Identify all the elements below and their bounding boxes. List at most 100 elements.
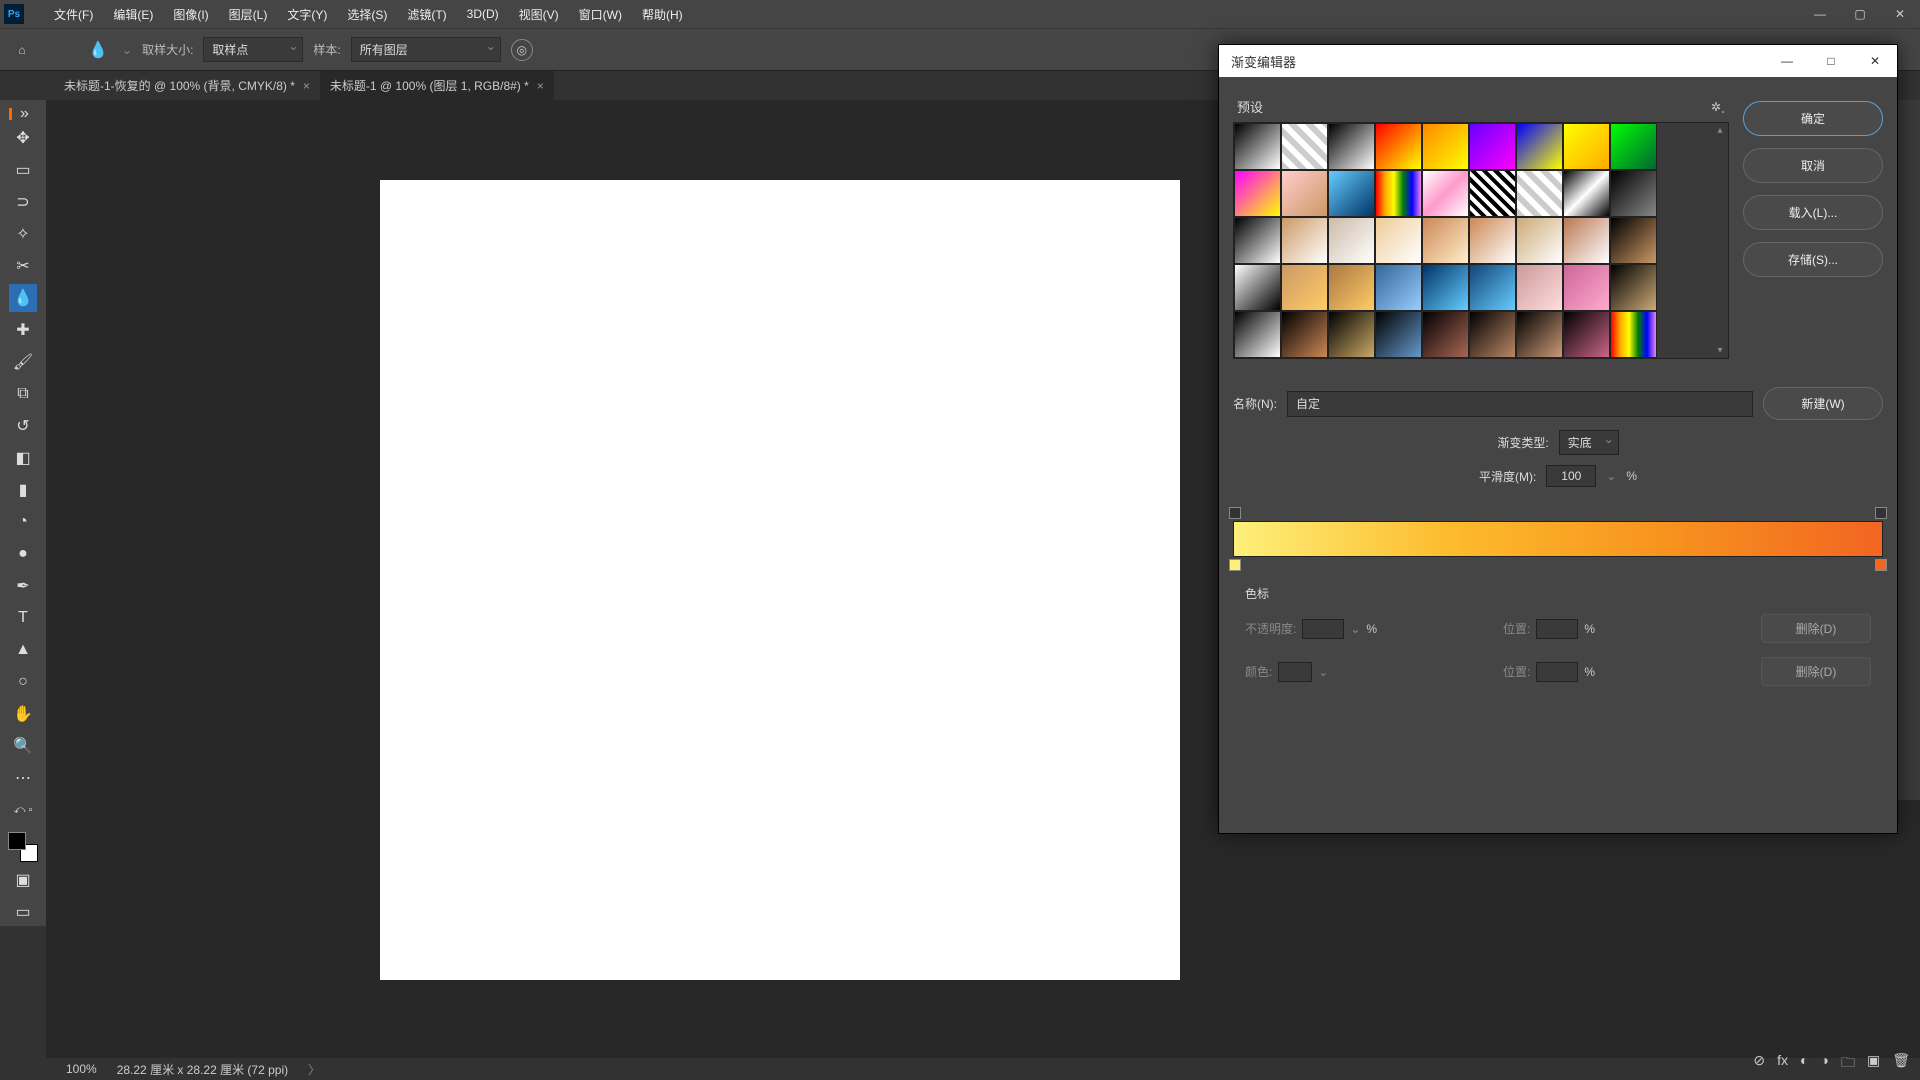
- healing-tool[interactable]: ✚: [9, 316, 37, 344]
- chevron-down-icon[interactable]: ⌄: [122, 43, 132, 57]
- preset-swatch[interactable]: [1328, 217, 1375, 264]
- preset-swatch[interactable]: [1469, 311, 1516, 358]
- cancel-button[interactable]: 取消: [1743, 148, 1883, 183]
- sample-size-select[interactable]: 取样点: [203, 37, 303, 62]
- preset-swatch[interactable]: [1328, 123, 1375, 170]
- close-icon[interactable]: ×: [303, 79, 310, 93]
- menu-view[interactable]: 视图(V): [509, 6, 569, 23]
- preset-swatch[interactable]: [1234, 170, 1281, 217]
- preset-swatch[interactable]: [1469, 170, 1516, 217]
- preset-swatch[interactable]: [1610, 311, 1657, 358]
- quickmask-tool[interactable]: ▣: [9, 866, 37, 894]
- stamp-tool[interactable]: ⧉: [9, 380, 37, 408]
- pen-tool[interactable]: ✒: [9, 572, 37, 600]
- gradient-bar[interactable]: [1233, 521, 1883, 557]
- eyedropper-icon[interactable]: 💧: [84, 36, 112, 64]
- preset-swatch[interactable]: [1516, 311, 1563, 358]
- opacity-input[interactable]: [1302, 619, 1344, 639]
- blur-tool[interactable]: ◔: [9, 508, 37, 536]
- dialog-maximize-button[interactable]: □: [1809, 45, 1853, 77]
- smoothness-input[interactable]: [1546, 465, 1596, 487]
- preset-swatch[interactable]: [1563, 217, 1610, 264]
- preset-swatch[interactable]: [1563, 264, 1610, 311]
- menu-file[interactable]: 文件(F): [44, 6, 103, 23]
- preset-swatch[interactable]: [1610, 170, 1657, 217]
- menu-help[interactable]: 帮助(H): [632, 6, 693, 23]
- preset-swatch[interactable]: [1516, 170, 1563, 217]
- right-panel-strip[interactable]: [1898, 100, 1920, 800]
- menu-image[interactable]: 图像(I): [163, 6, 218, 23]
- lasso-tool[interactable]: ⊃: [9, 188, 37, 216]
- preset-swatch[interactable]: [1469, 123, 1516, 170]
- eyedropper-tool[interactable]: 💧: [9, 284, 37, 312]
- preset-swatch[interactable]: [1422, 264, 1469, 311]
- preset-swatch[interactable]: [1375, 311, 1422, 358]
- zoom-readout[interactable]: 100%: [66, 1062, 97, 1076]
- shape-tool[interactable]: ○: [9, 668, 37, 696]
- preset-swatch[interactable]: [1516, 217, 1563, 264]
- menu-type[interactable]: 文字(Y): [277, 6, 337, 23]
- dialog-close-button[interactable]: ✕: [1853, 45, 1897, 77]
- canvas[interactable]: [380, 180, 1180, 980]
- preset-swatch[interactable]: [1375, 217, 1422, 264]
- preset-swatch[interactable]: [1610, 264, 1657, 311]
- preset-swatch[interactable]: [1234, 311, 1281, 358]
- close-button[interactable]: ✕: [1880, 0, 1920, 28]
- menu-window[interactable]: 窗口(W): [569, 6, 632, 23]
- chevron-right-icon[interactable]: 〉: [308, 1061, 320, 1078]
- load-button[interactable]: 载入(L)...: [1743, 195, 1883, 230]
- fx-icon[interactable]: fx: [1777, 1052, 1788, 1076]
- gradient-editor-track[interactable]: [1219, 497, 1897, 575]
- menu-3d[interactable]: 3D(D): [457, 7, 509, 21]
- position-input[interactable]: [1536, 619, 1578, 639]
- dialog-titlebar[interactable]: 渐变编辑器 — □ ✕: [1219, 45, 1897, 77]
- more-tools[interactable]: ⋯: [9, 764, 37, 792]
- zoom-tool[interactable]: 🔍: [9, 732, 37, 760]
- preset-swatch[interactable]: [1422, 170, 1469, 217]
- home-icon[interactable]: ⌂: [10, 38, 34, 62]
- preset-swatch[interactable]: [1234, 123, 1281, 170]
- gradient-type-select[interactable]: 实底: [1559, 430, 1619, 455]
- tab-doc-2[interactable]: 未标题-1 @ 100% (图层 1, RGB/8#) *×: [320, 71, 554, 100]
- preset-swatch[interactable]: [1281, 264, 1328, 311]
- color-stop-left[interactable]: [1229, 559, 1241, 571]
- preset-swatch[interactable]: [1563, 123, 1610, 170]
- close-icon[interactable]: ×: [537, 79, 544, 93]
- preset-swatch[interactable]: [1469, 264, 1516, 311]
- ok-button[interactable]: 确定: [1743, 101, 1883, 136]
- preset-swatch[interactable]: [1328, 311, 1375, 358]
- tab-doc-1[interactable]: 未标题-1-恢复的 @ 100% (背景, CMYK/8) *×: [54, 71, 320, 100]
- menu-select[interactable]: 选择(S): [337, 6, 397, 23]
- preset-swatch[interactable]: [1516, 264, 1563, 311]
- screenmode-tool[interactable]: ▭: [9, 898, 37, 926]
- preset-swatch[interactable]: [1422, 311, 1469, 358]
- save-button[interactable]: 存储(S)...: [1743, 242, 1883, 277]
- eraser-tool[interactable]: ◧: [9, 444, 37, 472]
- opacity-stop-left[interactable]: [1229, 507, 1241, 519]
- preset-swatch[interactable]: [1469, 217, 1516, 264]
- preset-swatch[interactable]: [1281, 170, 1328, 217]
- wand-tool[interactable]: ✧: [9, 220, 37, 248]
- preset-swatch[interactable]: [1516, 123, 1563, 170]
- link-icon[interactable]: ⊘: [1753, 1052, 1765, 1076]
- maximize-button[interactable]: ▢: [1840, 0, 1880, 28]
- preset-swatch[interactable]: [1234, 217, 1281, 264]
- collapse-icon[interactable]: »: [9, 108, 37, 120]
- new-layer-icon[interactable]: ▣: [1867, 1052, 1880, 1076]
- color-swatch[interactable]: [1278, 662, 1312, 682]
- swap-colors-icon[interactable]: ⤺ ▫: [9, 796, 37, 824]
- new-button[interactable]: 新建(W): [1763, 387, 1883, 420]
- color-stop-right[interactable]: [1875, 559, 1887, 571]
- foreground-background-colors[interactable]: [8, 832, 38, 862]
- preset-swatch[interactable]: [1563, 311, 1610, 358]
- preset-swatch[interactable]: [1375, 170, 1422, 217]
- type-tool[interactable]: T: [9, 604, 37, 632]
- preset-swatch[interactable]: [1328, 170, 1375, 217]
- marquee-tool[interactable]: ▭: [9, 156, 37, 184]
- dodge-tool[interactable]: ●: [9, 540, 37, 568]
- gear-icon[interactable]: ✲⁠˯: [1711, 100, 1725, 114]
- gradient-tool[interactable]: ▮: [9, 476, 37, 504]
- history-brush-tool[interactable]: ↺: [9, 412, 37, 440]
- minimize-button[interactable]: —: [1800, 0, 1840, 28]
- preset-swatch[interactable]: [1234, 264, 1281, 311]
